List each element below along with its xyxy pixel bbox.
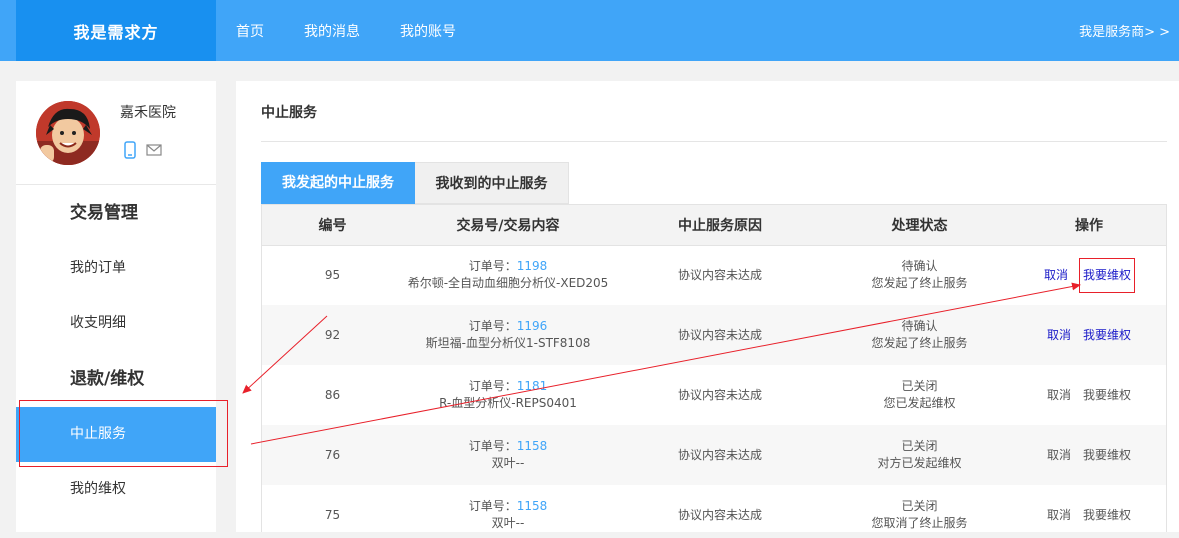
row-reason: 协议内容未达成 <box>677 387 762 402</box>
row-reason: 协议内容未达成 <box>613 305 827 365</box>
row-reason: 协议内容未达成 <box>613 425 827 485</box>
tab-received[interactable]: 我收到的中止服务 <box>415 162 569 204</box>
cancel-button: 取消 <box>1046 387 1071 402</box>
nav-messages[interactable]: 我的消息 <box>304 21 360 41</box>
column-header: 交易号/交易内容 <box>403 205 613 246</box>
table-row: 86 订单号：1181 R-血型分析仪-REPS0401 协议内容未达成 已关闭… <box>262 365 1166 425</box>
column-header: 中止服务原因 <box>613 205 827 246</box>
status-primary: 待确认 <box>901 319 938 333</box>
order-number-link[interactable]: 1158 <box>517 439 548 453</box>
nav-home[interactable]: 首页 <box>236 21 264 41</box>
table-row: 92 订单号：1196 斯坦福-血型分析仪1-STF8108 协议内容未达成 待… <box>262 305 1166 365</box>
status-secondary: 您发起了终止服务 <box>871 276 968 291</box>
row-order: 订单号：1158 双叶-- <box>403 485 613 538</box>
row-actions: 取消 我要维权 <box>1012 305 1166 365</box>
row-status: 已关闭 对方已发起维权 <box>827 425 1012 485</box>
cancel-button: 取消 <box>1046 447 1071 462</box>
sidebar: 嘉禾医院 交易管理 我的订单 收支明细 退款/维权 中止服务 我的维权 <box>16 81 216 538</box>
row-status: 待确认 您发起了终止服务 <box>827 305 1012 365</box>
row-id: 95 <box>324 267 341 282</box>
claim-rights-button: 我要维权 <box>1083 507 1132 522</box>
top-navbar: 我是需求方 首页 我的消息 我的账号 我是服务商> > <box>0 0 1179 61</box>
sidebar-item-my-orders[interactable]: 我的订单 <box>16 241 216 296</box>
row-id: 86 <box>324 387 341 402</box>
user-profile: 嘉禾医院 <box>16 81 216 185</box>
order-number-link[interactable]: 1181 <box>517 379 548 393</box>
row-reason: 协议内容未达成 <box>677 267 762 282</box>
column-header: 编号 <box>262 205 403 246</box>
order-prefix: 订单号： <box>468 319 517 333</box>
contact-icons <box>124 141 172 159</box>
switch-to-provider-link[interactable]: 我是服务商> > <box>1079 0 1170 61</box>
cancel-button[interactable]: 取消 <box>1044 267 1068 284</box>
tab-bar: 我发起的中止服务 我收到的中止服务 <box>261 162 569 204</box>
row-actions: 取消 我要维权 <box>1012 485 1166 538</box>
column-header: 处理状态 <box>827 205 1012 246</box>
row-actions: 取消 我要维权 <box>1012 245 1166 305</box>
order-prefix: 订单号： <box>468 259 517 274</box>
row-id: 92 <box>262 305 403 365</box>
avatar[interactable] <box>36 101 100 165</box>
status-primary: 已关闭 <box>901 499 938 513</box>
status-primary: 已关闭 <box>901 379 938 393</box>
row-reason: 协议内容未达成 <box>677 507 762 522</box>
status-primary: 已关闭 <box>901 439 938 453</box>
sidebar-item-income-details[interactable]: 收支明细 <box>16 296 216 351</box>
row-id: 76 <box>262 425 403 485</box>
order-number-link[interactable]: 1198 <box>517 259 548 273</box>
claim-rights-button: 我要维权 <box>1083 387 1132 402</box>
tab-initiated[interactable]: 我发起的中止服务 <box>261 162 415 204</box>
row-status: 已关闭 您已发起维权 <box>827 365 1012 425</box>
order-number-link[interactable]: 1196 <box>517 319 548 333</box>
page-bottom-edge <box>0 532 1179 538</box>
divider <box>261 141 1167 142</box>
page-title: 中止服务 <box>261 105 317 121</box>
nav-account[interactable]: 我的账号 <box>400 21 456 41</box>
order-content: 斯坦福-血型分析仪1-STF8108 <box>425 336 591 350</box>
order-prefix: 订单号： <box>468 439 517 453</box>
annotation-highlight-box <box>19 400 228 467</box>
table-row: 76 订单号：1158 双叶-- 协议内容未达成 已关闭 对方已发起维权 取消我… <box>262 425 1166 485</box>
claim-rights-button[interactable]: 我要维权 <box>1078 257 1136 293</box>
status-secondary: 对方已发起维权 <box>877 456 962 470</box>
claim-rights-button[interactable]: 我要维权 <box>1083 327 1131 344</box>
stop-service-table: 编号 交易号/交易内容 中止服务原因 处理状态 操作 95 订单号：1198 希… <box>261 204 1167 538</box>
column-header: 操作 <box>1012 205 1166 246</box>
table-header: 编号 交易号/交易内容 中止服务原因 处理状态 操作 <box>262 205 1166 246</box>
row-id: 75 <box>324 507 341 522</box>
table-row: 95 订单号：1198 希尔顿-全自动血细胞分析仪-XED205 协议内容未达成… <box>262 245 1166 305</box>
table-row: 75 订单号：1158 双叶-- 协议内容未达成 已关闭 您取消了终止服务 取消… <box>262 485 1166 538</box>
order-content: R-血型分析仪-REPS0401 <box>439 396 577 410</box>
order-content: 双叶-- <box>491 516 525 530</box>
username: 嘉禾医院 <box>120 105 176 121</box>
cancel-button: 取消 <box>1046 507 1071 522</box>
phone-icon[interactable] <box>124 141 136 159</box>
cancel-button[interactable]: 取消 <box>1047 327 1071 344</box>
main-nav: 首页 我的消息 我的账号 <box>236 0 496 61</box>
group-title-refunds: 退款/维权 <box>70 369 145 389</box>
status-secondary: 您取消了终止服务 <box>871 516 968 530</box>
status-secondary: 您已发起维权 <box>883 396 956 410</box>
row-actions: 取消 我要维权 <box>1012 365 1166 425</box>
status-secondary: 您发起了终止服务 <box>871 336 968 350</box>
group-title-transactions: 交易管理 <box>70 203 138 223</box>
row-order: 订单号：1196 斯坦福-血型分析仪1-STF8108 <box>403 305 613 365</box>
row-order: 订单号：1158 双叶-- <box>403 425 613 485</box>
order-content: 双叶-- <box>491 456 525 470</box>
main-panel: 中止服务 我发起的中止服务 我收到的中止服务 编号 交易号/交易内容 中止服务原… <box>236 81 1179 538</box>
row-status: 已关闭 您取消了终止服务 <box>827 485 1012 538</box>
order-number-link[interactable]: 1158 <box>517 499 548 513</box>
status-primary: 待确认 <box>901 259 938 274</box>
claim-rights-button: 我要维权 <box>1083 447 1132 462</box>
brand-title[interactable]: 我是需求方 <box>16 0 216 61</box>
order-prefix: 订单号： <box>468 379 517 393</box>
row-order: 订单号：1181 R-血型分析仪-REPS0401 <box>403 365 613 425</box>
sidebar-item-my-rights[interactable]: 我的维权 <box>16 462 216 517</box>
mail-icon[interactable] <box>146 144 162 156</box>
row-status: 待确认 您发起了终止服务 <box>827 245 1012 305</box>
order-content: 希尔顿-全自动血细胞分析仪-XED205 <box>407 276 609 291</box>
order-prefix: 订单号： <box>468 499 517 513</box>
row-actions: 取消 我要维权 <box>1012 425 1166 485</box>
row-order: 订单号：1198 希尔顿-全自动血细胞分析仪-XED205 <box>403 245 613 305</box>
